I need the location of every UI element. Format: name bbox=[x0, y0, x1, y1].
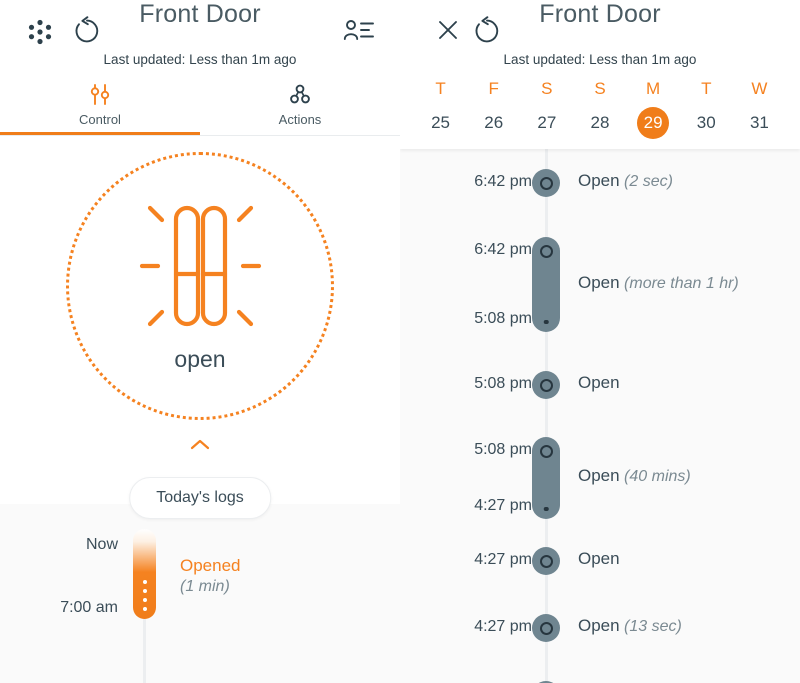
event-point-marker bbox=[532, 371, 560, 399]
event-point-marker bbox=[532, 547, 560, 575]
event-label: Open bbox=[578, 549, 620, 569]
todays-logs-button[interactable]: Today's logs bbox=[129, 477, 271, 519]
event-point-marker bbox=[532, 614, 560, 642]
event-state-text: Open bbox=[578, 549, 620, 568]
date-cell-25[interactable]: T 25 bbox=[414, 79, 467, 139]
right-topbar: Front Door bbox=[400, 0, 800, 60]
date-number: 30 bbox=[696, 113, 716, 132]
device-dial-area: open bbox=[0, 136, 400, 436]
date-cell-30[interactable]: T 30 bbox=[680, 79, 733, 139]
device-state-dial[interactable]: open bbox=[66, 152, 334, 420]
timeline-rail bbox=[545, 149, 548, 683]
event-start-time: 6:42 pm bbox=[474, 173, 532, 190]
date-cell-27[interactable]: S 27 bbox=[520, 79, 573, 139]
tab-control-label: Control bbox=[79, 112, 121, 127]
left-topbar: Front Door bbox=[0, 0, 400, 60]
log-span-bar[interactable] bbox=[133, 529, 156, 619]
event-marker-ring bbox=[539, 176, 553, 190]
event-label: Open (2 sec) bbox=[578, 171, 673, 191]
control-panel: Front Door Last updated: Less than 1m ag… bbox=[0, 0, 400, 683]
event-marker-ring bbox=[539, 621, 553, 635]
event-end-time: 4:27 pm bbox=[474, 497, 532, 514]
event-state-text: Open bbox=[578, 616, 620, 635]
tab-control[interactable]: Control bbox=[0, 83, 200, 135]
event-label: Open (13 sec) bbox=[578, 616, 682, 636]
date-cell-31[interactable]: W 31 bbox=[733, 79, 786, 139]
timeline-event-row[interactable]: 4:27 pm Open bbox=[400, 547, 800, 575]
date-dow-label: F bbox=[488, 79, 499, 98]
event-marker-ring bbox=[539, 554, 553, 568]
tab-actions-label: Actions bbox=[278, 112, 322, 127]
event-marker-ring bbox=[539, 378, 553, 392]
event-start-time: 5:08 pm bbox=[474, 441, 532, 458]
tab-active-underline bbox=[0, 132, 200, 135]
date-number: 29 bbox=[637, 107, 670, 139]
tab-actions[interactable]: Actions bbox=[200, 83, 400, 135]
date-cell-26[interactable]: F 26 bbox=[467, 79, 520, 139]
event-label: Open (40 mins) bbox=[578, 466, 691, 486]
app-screen: Front Door Last updated: Less than 1m ag… bbox=[0, 0, 800, 683]
event-duration-text: (13 sec) bbox=[619, 618, 682, 635]
date-dow-label: W bbox=[751, 79, 768, 98]
event-span-marker bbox=[532, 237, 560, 332]
date-number: 27 bbox=[537, 113, 557, 132]
date-dow-label: S bbox=[541, 79, 553, 98]
event-start-time: 4:27 pm bbox=[474, 551, 532, 568]
log-bar-dots bbox=[133, 580, 156, 611]
sliders-icon bbox=[87, 83, 113, 107]
log-duration-label: (1 min) bbox=[180, 578, 230, 595]
date-dow-label: T bbox=[435, 79, 446, 98]
today-logs-section: Now 7:00 am Opened (1 min) bbox=[0, 504, 400, 683]
event-duration-text: (more than 1 hr) bbox=[619, 274, 739, 292]
event-label: Open bbox=[578, 373, 620, 393]
log-time-now: Now bbox=[85, 536, 118, 553]
date-dow-label: M bbox=[646, 79, 661, 98]
event-point-marker bbox=[532, 169, 560, 197]
expand-logs-chevron[interactable] bbox=[0, 438, 400, 452]
event-timeline: 6:42 pm Open (2 sec) 6:42 pm 5:08 pm Open (m… bbox=[400, 149, 800, 683]
event-start-time: 4:27 pm bbox=[474, 618, 532, 635]
event-span-marker bbox=[532, 437, 560, 519]
log-entry-text: Opened (1 min) bbox=[180, 556, 241, 596]
nodes-icon bbox=[287, 83, 313, 107]
event-start-time: 5:08 pm bbox=[474, 375, 532, 392]
double-door-open-icon bbox=[130, 200, 270, 332]
event-state-text: Open bbox=[578, 466, 620, 485]
page-title: Front Door bbox=[139, 0, 261, 28]
tab-bar: Control Actions bbox=[0, 83, 400, 135]
event-start-time: 6:42 pm bbox=[474, 241, 532, 258]
event-end-time: 5:08 pm bbox=[474, 310, 532, 327]
date-number: 28 bbox=[590, 113, 610, 132]
event-state-text: Open bbox=[578, 373, 620, 392]
event-duration-text: (2 sec) bbox=[619, 173, 673, 190]
log-action-label: Opened bbox=[180, 556, 241, 575]
device-state-label: open bbox=[174, 345, 226, 372]
date-cell-28[interactable]: S 28 bbox=[573, 79, 626, 139]
date-cell-29[interactable]: M 29 bbox=[627, 79, 680, 139]
event-marker-ring bbox=[539, 244, 553, 258]
event-state-text: Open bbox=[578, 272, 620, 292]
event-marker-ring bbox=[539, 444, 553, 458]
timeline-event-row[interactable]: 5:08 pm 4:27 pm Open (40 mins) bbox=[400, 437, 800, 519]
history-header: Front Door Last updated: Less than 1m ag… bbox=[400, 0, 800, 149]
timeline-event-row[interactable]: 6:42 pm Open (2 sec) bbox=[400, 169, 800, 197]
date-dow-label: S bbox=[594, 79, 606, 98]
event-marker-end-dot bbox=[543, 506, 549, 511]
chevron-up-icon bbox=[187, 438, 213, 452]
history-panel: Front Door Last updated: Less than 1m ag… bbox=[400, 0, 800, 683]
timeline-event-row[interactable]: 6:42 pm 5:08 pm Open (more than 1 hr) bbox=[400, 237, 800, 332]
event-duration-text: (40 mins) bbox=[619, 468, 691, 485]
date-number: 31 bbox=[749, 113, 769, 132]
date-strip: T 25 F 26 S 27 S 28 M 29 T 30 W 31 bbox=[400, 79, 800, 139]
date-dow-label: T bbox=[701, 79, 712, 98]
event-marker-end-dot bbox=[543, 319, 549, 324]
history-title: Front Door bbox=[539, 0, 661, 28]
date-number: 26 bbox=[484, 113, 504, 132]
date-number: 25 bbox=[431, 113, 451, 132]
event-state-text: Open bbox=[578, 171, 620, 190]
log-time-start: 7:00 am bbox=[60, 599, 118, 616]
timeline-event-row[interactable]: 5:08 pm Open bbox=[400, 371, 800, 399]
timeline-event-row[interactable]: 4:27 pm Open (13 sec) bbox=[400, 614, 800, 642]
event-label: Open (more than 1 hr) bbox=[578, 273, 739, 293]
